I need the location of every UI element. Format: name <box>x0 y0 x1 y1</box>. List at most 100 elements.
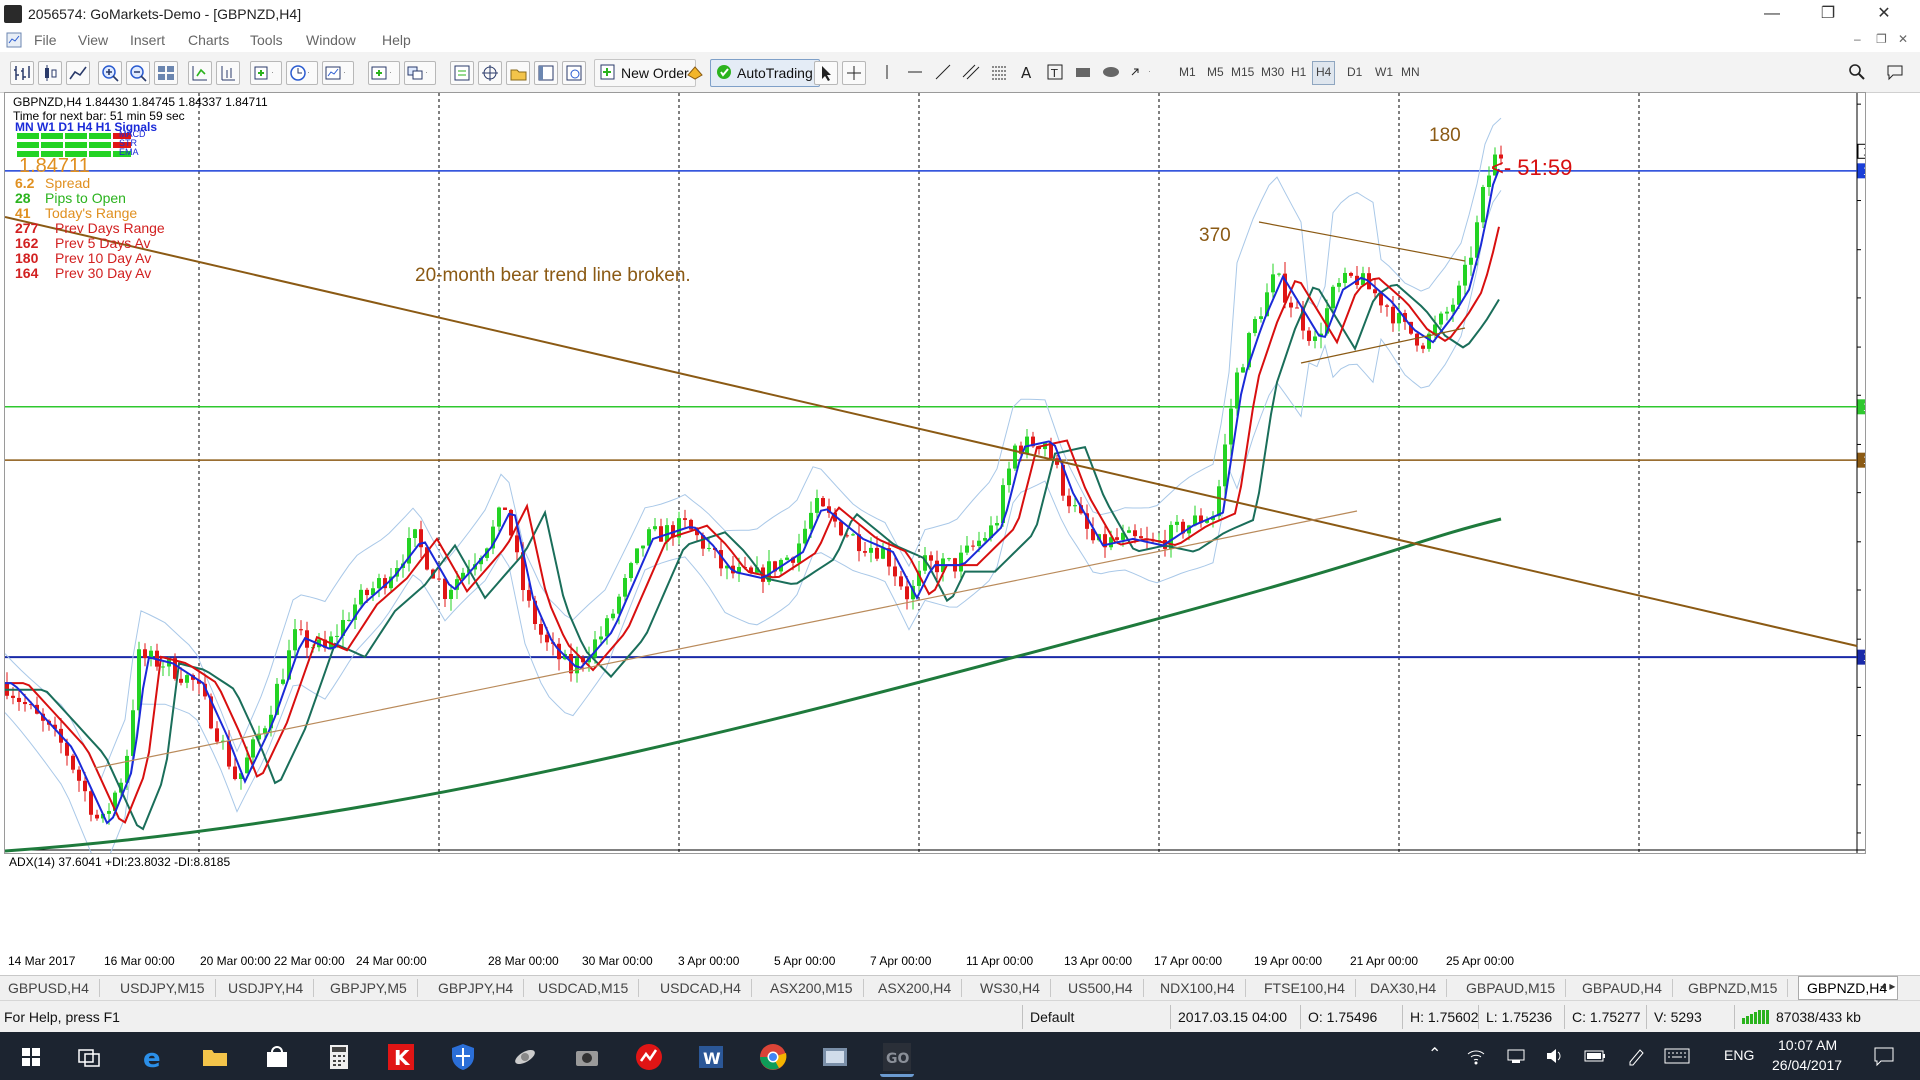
security-shield-icon[interactable] <box>446 1040 480 1074</box>
chart-window[interactable]: 1.854301.839601.832101.824751.817251.809… <box>4 92 1866 869</box>
menu-insert[interactable]: Insert <box>130 32 165 48</box>
expert-advisor-icon[interactable] <box>684 61 706 83</box>
wifi-icon[interactable] <box>1466 1046 1486 1066</box>
channel-icon[interactable] <box>960 61 982 83</box>
battery-icon[interactable] <box>1584 1046 1606 1066</box>
crosshair-icon[interactable] <box>842 61 866 85</box>
chart-tab[interactable]: USDJPY,M15 <box>112 979 216 997</box>
menu-window[interactable]: Window <box>306 32 356 48</box>
mdi-restore-button[interactable]: ❐ <box>1876 32 1887 46</box>
chart-tab[interactable]: ASX200,M15 <box>762 979 864 997</box>
new-order-button[interactable]: New Order <box>594 59 696 87</box>
volume-icon[interactable] <box>1544 1046 1564 1066</box>
chart-tab[interactable]: GBPJPY,H4 <box>430 979 525 997</box>
network-app-icon[interactable] <box>818 1040 852 1074</box>
menu-file[interactable]: File <box>34 32 57 48</box>
ellipse-icon[interactable] <box>1100 61 1122 83</box>
mdi-minimize-button[interactable]: – <box>1854 32 1861 46</box>
menu-help[interactable]: Help <box>382 32 411 48</box>
cursor-icon[interactable] <box>814 61 838 85</box>
line-chart-icon[interactable] <box>66 61 90 85</box>
timeframe-m30[interactable]: M30 <box>1258 61 1287 83</box>
menu-view[interactable]: View <box>78 32 108 48</box>
pen-icon[interactable] <box>1626 1046 1646 1066</box>
text-label-icon[interactable]: T <box>1044 61 1066 83</box>
chart-tab[interactable]: FTSE100,H4 <box>1256 979 1356 997</box>
keyboard-icon[interactable] <box>1664 1046 1690 1066</box>
horizontal-line-icon[interactable] <box>904 61 926 83</box>
profiles-icon[interactable] <box>404 61 436 85</box>
zoom-in-icon[interactable] <box>98 61 122 85</box>
bar-chart-icon[interactable] <box>10 61 34 85</box>
minimize-button[interactable]: — <box>1752 2 1792 26</box>
timeframe-mn[interactable]: MN <box>1398 61 1423 83</box>
timeframe-h4[interactable]: H4 <box>1312 61 1336 85</box>
strategy-tester-icon[interactable] <box>562 61 586 85</box>
navigator-icon[interactable] <box>506 61 530 85</box>
chart-tab[interactable]: GBPJPY,M5 <box>322 979 418 997</box>
chart-tab[interactable]: DAX30,H4 <box>1362 979 1448 997</box>
windows-start-icon[interactable] <box>14 1040 48 1074</box>
text-icon[interactable]: A <box>1016 61 1038 83</box>
chart-tab[interactable]: USDCAD,M15 <box>530 979 640 997</box>
autotrading-button[interactable]: AutoTrading <box>710 59 820 87</box>
price-chart[interactable]: 1.854301.839601.832101.824751.817251.809… <box>5 93 1865 853</box>
chart-shift-icon[interactable] <box>216 61 240 85</box>
trading-app-icon[interactable] <box>632 1040 666 1074</box>
edge-browser-icon[interactable]: e <box>136 1040 170 1074</box>
periods-icon[interactable] <box>286 61 318 85</box>
calculator-icon[interactable] <box>322 1040 356 1074</box>
chart-tab[interactable]: US500,H4 <box>1060 979 1144 997</box>
timeframe-m5[interactable]: M5 <box>1204 61 1227 83</box>
store-icon[interactable] <box>260 1040 294 1074</box>
mdi-close-button[interactable]: ✕ <box>1898 32 1908 46</box>
menu-charts[interactable]: Charts <box>188 32 229 48</box>
task-view-icon[interactable] <box>72 1040 106 1074</box>
clock-date[interactable]: 26/04/2017 <box>1772 1057 1842 1073</box>
timeframe-m1[interactable]: M1 <box>1176 61 1199 83</box>
timeframe-m15[interactable]: M15 <box>1228 61 1257 83</box>
satellite-app-icon[interactable] <box>508 1040 542 1074</box>
chart-tab[interactable]: GBPAUD,M15 <box>1458 979 1567 997</box>
indicators-icon[interactable] <box>250 61 282 85</box>
display-icon[interactable] <box>1506 1046 1526 1066</box>
trendline-icon[interactable] <box>932 61 954 83</box>
file-explorer-icon[interactable] <box>198 1040 232 1074</box>
notifications-icon[interactable] <box>1872 1044 1896 1068</box>
menu-tools[interactable]: Tools <box>250 32 283 48</box>
timeframe-h1[interactable]: H1 <box>1288 61 1309 83</box>
tile-windows-icon[interactable] <box>154 61 178 85</box>
candlestick-icon[interactable] <box>38 61 62 85</box>
chart-tab[interactable]: USDCAD,H4 <box>652 979 752 997</box>
new-chart-icon[interactable] <box>368 61 400 85</box>
clock-time[interactable]: 10:07 AM <box>1778 1037 1837 1053</box>
gomarkets-icon[interactable]: GO <box>880 1040 914 1077</box>
market-watch-icon[interactable] <box>450 61 474 85</box>
restore-button[interactable]: ❐ <box>1808 2 1848 26</box>
tray-chevron-icon[interactable]: ⌃ <box>1428 1044 1441 1064</box>
crosshair-nav-icon[interactable] <box>478 61 502 85</box>
chart-tab[interactable]: USDJPY,H4 <box>220 979 315 997</box>
zoom-out-icon[interactable] <box>126 61 150 85</box>
chat-icon[interactable] <box>1884 61 1906 83</box>
templates-icon[interactable] <box>322 61 354 85</box>
chart-window-icon[interactable] <box>6 32 22 48</box>
chart-tab[interactable]: NDX100,H4 <box>1152 979 1246 997</box>
terminal-icon[interactable] <box>534 61 558 85</box>
fibonacci-icon[interactable] <box>988 61 1010 83</box>
auto-scroll-icon[interactable] <box>188 61 212 85</box>
chart-tab[interactable]: GBPNZD,M15 <box>1680 979 1789 997</box>
chart-tab[interactable]: GBPUSD,H4 <box>0 979 100 997</box>
tab-scroll-arrows[interactable]: ◂ ▸ <box>1880 979 1895 993</box>
chart-tab[interactable]: WS30,H4 <box>972 979 1051 997</box>
language-indicator[interactable]: ENG <box>1724 1047 1754 1063</box>
kaspersky-icon[interactable]: K <box>384 1040 418 1074</box>
chrome-icon[interactable] <box>756 1040 790 1074</box>
vertical-line-icon[interactable] <box>876 61 898 83</box>
timeframe-d1[interactable]: D1 <box>1344 61 1365 83</box>
close-button[interactable]: ✕ <box>1864 2 1904 26</box>
search-icon[interactable] <box>1846 61 1868 83</box>
chart-tab[interactable]: GBPAUD,H4 <box>1574 979 1673 997</box>
word-icon[interactable]: W <box>694 1040 728 1074</box>
camera-app-icon[interactable] <box>570 1040 604 1074</box>
